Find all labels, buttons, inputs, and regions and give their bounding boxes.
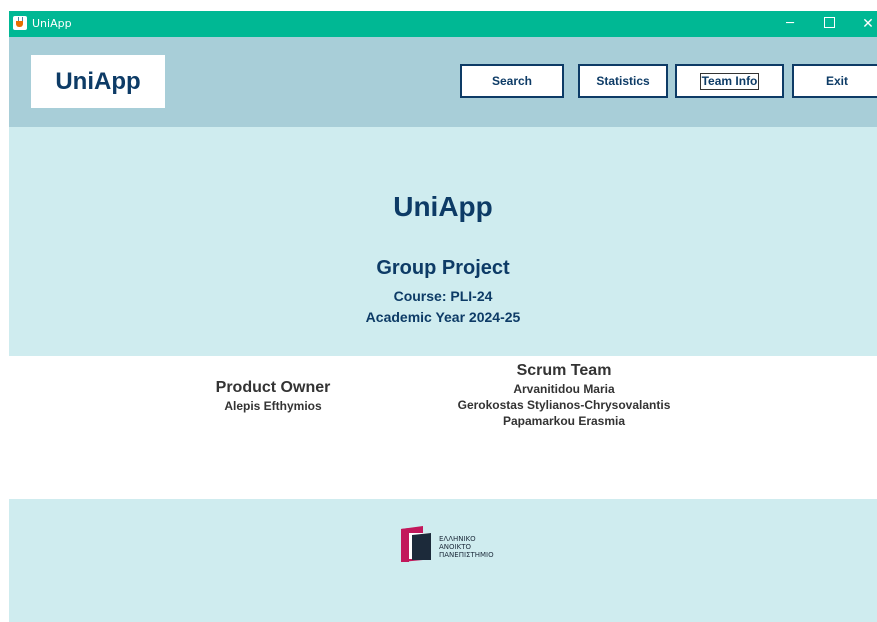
app-logo: UniApp bbox=[31, 55, 165, 108]
academic-year-label: Academic Year 2024-25 bbox=[365, 309, 521, 325]
app-header: UniApp Search Statistics Team Info Exit bbox=[9, 37, 877, 127]
hero-title: UniApp bbox=[393, 191, 493, 222]
product-owner-title: Product Owner bbox=[215, 379, 331, 396]
logo-line: ΑΝΟΙΚΤΟ bbox=[439, 543, 471, 551]
statistics-button[interactable]: Statistics bbox=[578, 64, 668, 98]
university-logo: ΕΛΛΗΝΙΚΟ ΑΝΟΙΚΤΟ ΠΑΝΕΠΙΣΤΗΜΙΟ bbox=[397, 526, 517, 564]
window-title: UniApp bbox=[32, 17, 72, 30]
minimize-button[interactable]: ─ bbox=[773, 11, 807, 37]
logo-line: ΠΑΝΕΠΙΣΤΗΜΙΟ bbox=[439, 551, 494, 559]
logo-line: ΕΛΛΗΝΙΚΟ bbox=[439, 535, 476, 543]
app-window: UniApp ─ ✕ UniApp Search Statistics Team… bbox=[9, 11, 877, 622]
scrum-team-title: Scrum Team bbox=[516, 362, 612, 379]
scrum-team-block: Scrum Team Arvanitidou Maria Gerokostas … bbox=[409, 362, 719, 428]
exit-button[interactable]: Exit bbox=[792, 64, 877, 98]
team-section: Product Owner Alepis Efthymios Scrum Tea… bbox=[9, 356, 877, 499]
scrum-member: Arvanitidou Maria bbox=[513, 382, 615, 396]
product-owner-block: Product Owner Alepis Efthymios bbox=[189, 379, 357, 413]
project-label: Group Project bbox=[376, 257, 510, 279]
scrum-member: Papamarkou Erasmia bbox=[502, 414, 626, 428]
footer: ΕΛΛΗΝΙΚΟ ΑΝΟΙΚΤΟ ΠΑΝΕΠΙΣΤΗΜΙΟ bbox=[9, 499, 877, 622]
maximize-icon bbox=[823, 16, 835, 28]
maximize-button[interactable] bbox=[812, 11, 846, 37]
team-info-button[interactable]: Team Info bbox=[675, 64, 784, 98]
scrum-member: Gerokostas Stylianos-Chrysovalantis bbox=[457, 398, 671, 412]
product-owner-name: Alepis Efthymios bbox=[224, 399, 322, 413]
app-logo-text: UniApp bbox=[55, 68, 141, 95]
hero-section: UniApp Group Project Course: PLI-24 Acad… bbox=[9, 127, 877, 356]
team-info-label: Team Info bbox=[699, 73, 760, 90]
title-bar[interactable]: UniApp ─ ✕ bbox=[9, 11, 877, 37]
course-label: Course: PLI-24 bbox=[393, 288, 493, 304]
search-button[interactable]: Search bbox=[460, 64, 564, 98]
university-logo-mark bbox=[401, 526, 431, 562]
university-logo-text: ΕΛΛΗΝΙΚΟ ΑΝΟΙΚΤΟ ΠΑΝΕΠΙΣΤΗΜΙΟ bbox=[439, 535, 494, 559]
close-button[interactable]: ✕ bbox=[851, 11, 877, 37]
java-app-icon bbox=[13, 16, 27, 30]
